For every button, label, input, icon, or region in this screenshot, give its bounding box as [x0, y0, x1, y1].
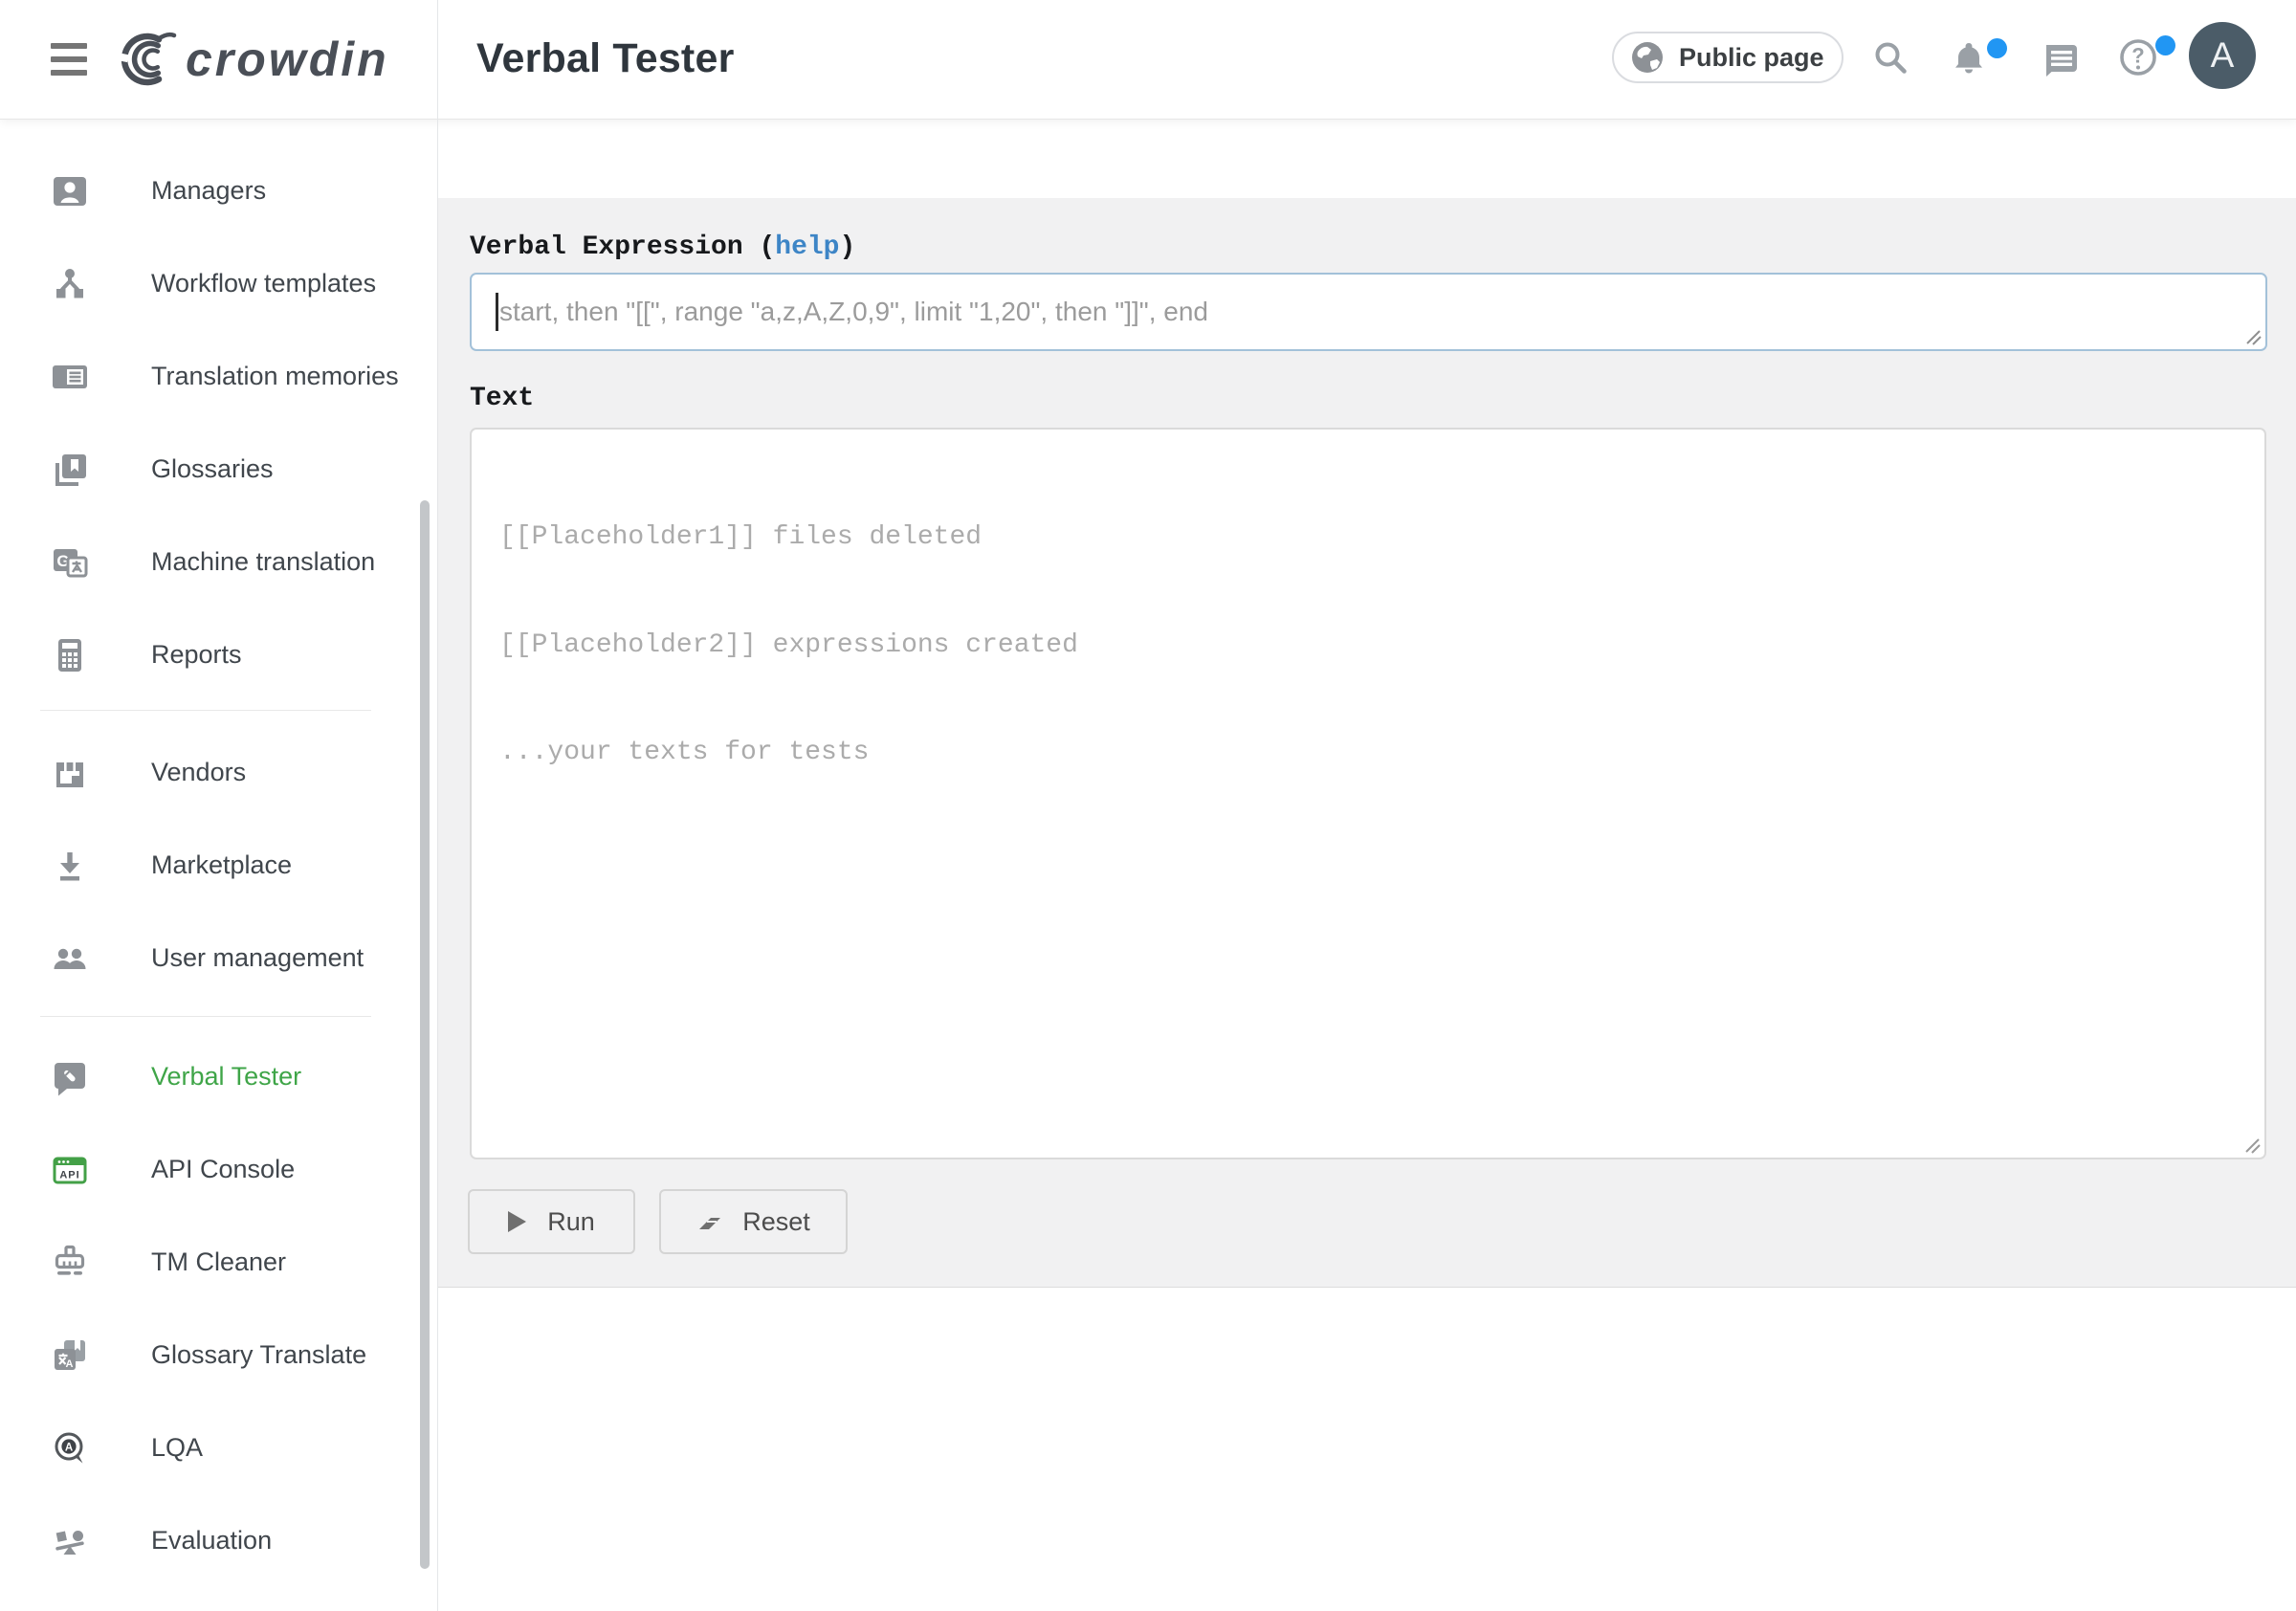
form-buttons: Run Reset: [468, 1189, 848, 1254]
sidebar-item-label: Translation memories: [151, 362, 399, 391]
eraser-icon: [696, 1210, 725, 1233]
text-caret: [496, 293, 498, 331]
main-content: Verbal Expression (help) start, then "[[…: [438, 119, 2296, 1611]
resize-grip-icon[interactable]: [2242, 1136, 2262, 1155]
sidebar-item-translation-memories[interactable]: Translation memories: [0, 330, 437, 423]
expression-input[interactable]: [470, 273, 2267, 351]
top-header: crowdin Verbal Tester Public page: [0, 0, 2296, 120]
sidebar-divider: [40, 1016, 371, 1017]
sidebar-item-machine-translation[interactable]: G Machine translation: [0, 516, 437, 608]
expression-label: Verbal Expression (help): [470, 232, 855, 262]
sidebar-main-divider: [437, 0, 438, 1611]
hamburger-menu-icon[interactable]: [51, 43, 89, 76]
svg-text:crowdin: crowdin: [186, 33, 389, 86]
sidebar-divider: [40, 710, 371, 711]
help-icon[interactable]: ?: [2117, 36, 2159, 78]
help-link[interactable]: help: [775, 232, 839, 262]
sidebar-item-workflow-templates[interactable]: Workflow templates: [0, 237, 437, 330]
vendors-icon: [51, 754, 89, 792]
api-console-icon: API: [51, 1151, 89, 1189]
run-label: Run: [547, 1207, 595, 1237]
verbal-tester-panel: Verbal Expression (help) start, then "[[…: [438, 198, 2296, 1288]
expression-label-open: Verbal Expression (: [470, 232, 775, 262]
expression-input-wrap: start, then "[[", range "a,z,A,Z,0,9", l…: [470, 273, 2267, 351]
resize-grip-icon[interactable]: [2243, 327, 2263, 346]
sidebar-item-reports[interactable]: Reports: [0, 608, 437, 701]
text-area-wrap: [[Placeholder1]] files deleted [[Placeho…: [470, 428, 2266, 1159]
play-icon: [508, 1211, 526, 1232]
page-title: Verbal Tester: [476, 35, 735, 82]
sidebar-item-label: Workflow templates: [151, 269, 376, 298]
workflow-templates-icon: [51, 265, 89, 303]
svg-text:A: A: [66, 1358, 74, 1370]
sidebar: Managers Workflow templates: [0, 119, 437, 1611]
sidebar-item-glossaries[interactable]: Glossaries: [0, 423, 437, 516]
sidebar-item-label: Vendors: [151, 758, 246, 787]
sidebar-item-label: TM Cleaner: [151, 1247, 286, 1277]
app-screen: crowdin Verbal Tester Public page: [0, 0, 2296, 1611]
sidebar-item-label: Marketplace: [151, 850, 292, 880]
reset-label: Reset: [742, 1207, 810, 1237]
help-badge: [2155, 35, 2175, 55]
sidebar-item-marketplace[interactable]: Marketplace: [0, 819, 437, 912]
reports-icon: [51, 636, 89, 674]
sidebar-item-label: Glossaries: [151, 454, 274, 484]
run-button[interactable]: Run: [468, 1189, 635, 1254]
sidebar-item-label: API Console: [151, 1155, 295, 1184]
tm-cleaner-icon: [51, 1244, 89, 1282]
sidebar-item-label: Verbal Tester: [151, 1062, 301, 1092]
translation-memories-icon: [51, 358, 89, 396]
verbal-tester-icon: [51, 1058, 89, 1096]
text-label: Text: [470, 384, 534, 413]
notification-badge: [1987, 38, 2007, 58]
globe-icon: [1631, 41, 1664, 74]
sidebar-item-user-management[interactable]: User management: [0, 912, 437, 1004]
managers-icon: [51, 172, 89, 210]
text-area[interactable]: [470, 428, 2266, 1159]
crowdin-logo[interactable]: crowdin: [119, 27, 415, 92]
sidebar-item-lqa[interactable]: A LQA: [0, 1401, 437, 1494]
sidebar-item-label: Evaluation: [151, 1526, 272, 1556]
search-icon[interactable]: [1871, 38, 1913, 80]
sidebar-item-vendors[interactable]: Vendors: [0, 726, 437, 819]
sidebar-nav: Managers Workflow templates: [0, 119, 437, 1587]
marketplace-icon: [51, 847, 89, 885]
expression-label-close: ): [839, 232, 855, 262]
lqa-icon: A: [51, 1429, 89, 1468]
avatar-initial: A: [2211, 35, 2235, 76]
svg-text:API: API: [59, 1169, 79, 1181]
sidebar-item-label: Glossary Translate: [151, 1340, 366, 1370]
sidebar-item-glossary-translate[interactable]: A Glossary Translate: [0, 1309, 437, 1401]
sidebar-item-label: Reports: [151, 640, 242, 670]
sidebar-item-label: Machine translation: [151, 547, 375, 577]
user-management-icon: [51, 939, 89, 978]
glossary-translate-icon: A: [51, 1336, 89, 1375]
sidebar-scrollbar-thumb[interactable]: [420, 500, 430, 1569]
machine-translation-icon: G: [51, 543, 89, 582]
reset-button[interactable]: Reset: [659, 1189, 848, 1254]
public-page-label: Public page: [1679, 43, 1824, 73]
sidebar-item-label: LQA: [151, 1433, 203, 1463]
sidebar-item-verbal-tester[interactable]: Verbal Tester: [0, 1030, 437, 1123]
sidebar-item-label: Managers: [151, 176, 266, 206]
sidebar-item-evaluation[interactable]: Evaluation: [0, 1494, 437, 1587]
chat-icon[interactable]: [2039, 38, 2081, 80]
bell-icon[interactable]: [1948, 38, 1990, 80]
avatar[interactable]: A: [2189, 22, 2256, 89]
svg-text:A: A: [65, 1442, 73, 1453]
public-page-button[interactable]: Public page: [1612, 32, 1843, 83]
sidebar-item-label: User management: [151, 943, 364, 973]
sidebar-item-api-console[interactable]: API API Console: [0, 1123, 437, 1216]
svg-text:?: ?: [2131, 44, 2144, 68]
sidebar-item-managers[interactable]: Managers: [0, 144, 437, 237]
evaluation-icon: [51, 1522, 89, 1560]
glossaries-icon: [51, 451, 89, 489]
sidebar-item-tm-cleaner[interactable]: TM Cleaner: [0, 1216, 437, 1309]
